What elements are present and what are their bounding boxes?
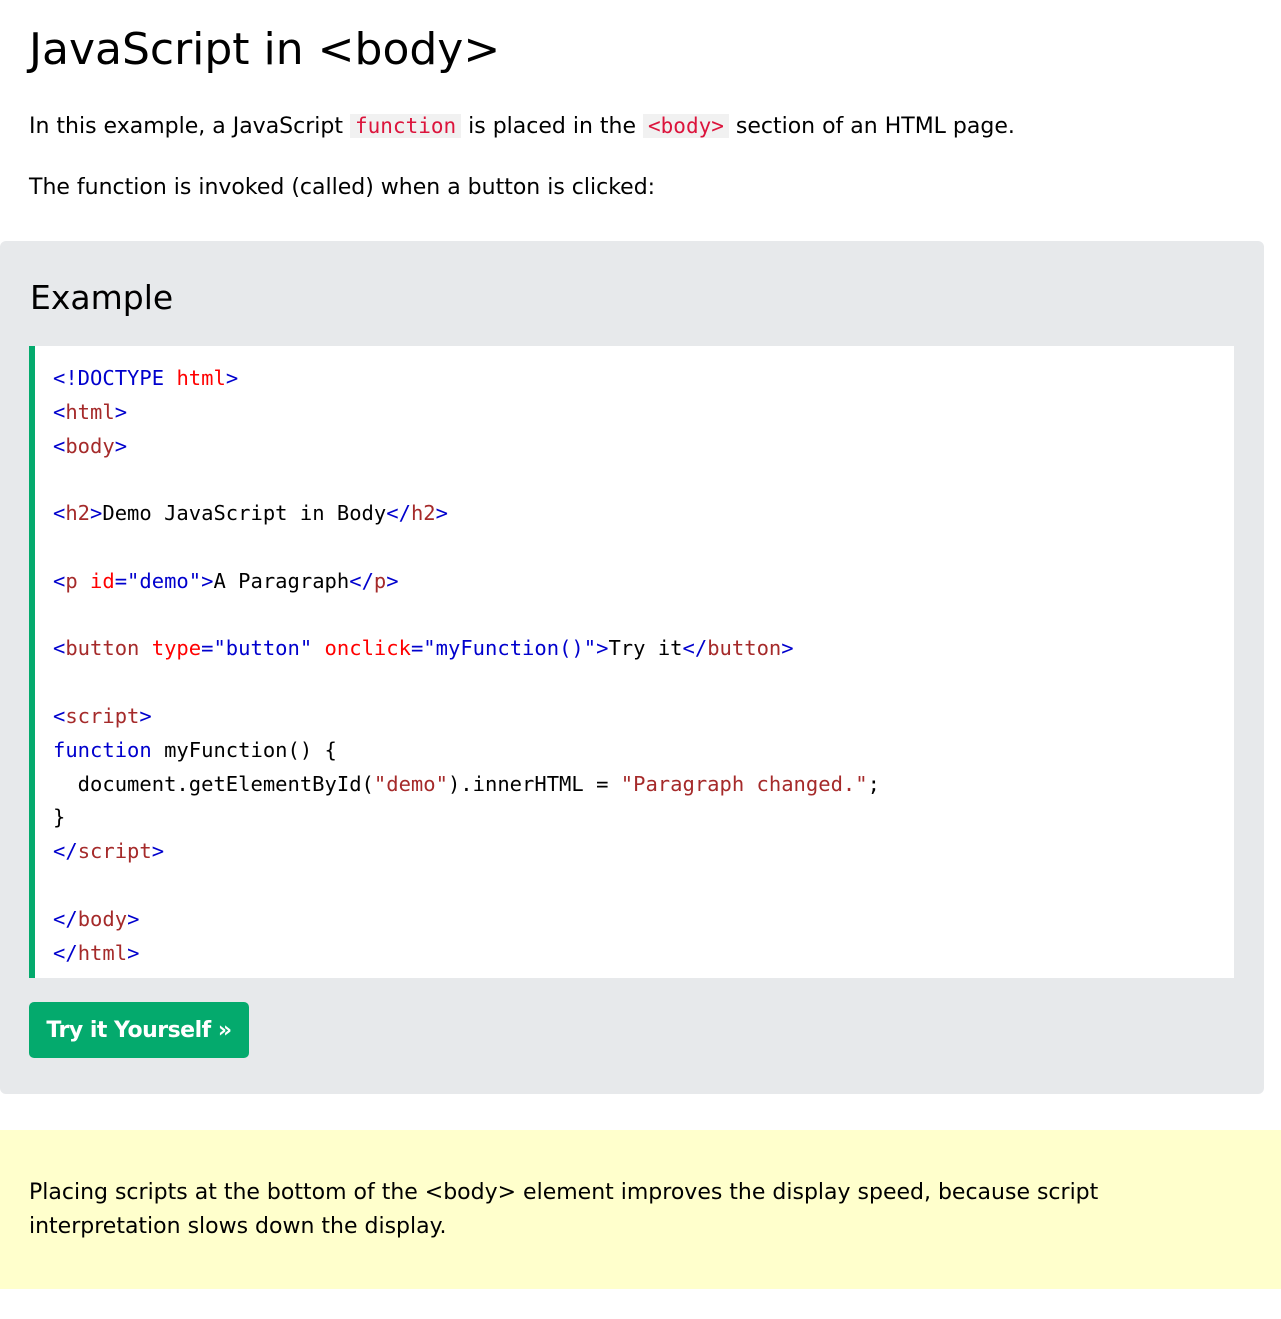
example-heading: Example <box>30 278 174 317</box>
code-line: } <box>53 805 66 830</box>
intro-paragraph-2: The function is invoked (called) when a … <box>29 175 656 200</box>
code-line: <body> <box>53 433 128 458</box>
code-line: <h2>Demo JavaScript in Body</h2> <box>53 501 448 526</box>
code-line: <!DOCTYPE html> <box>53 366 239 390</box>
note-text: Placing scripts at the bottom of the <bo… <box>29 1180 1099 1239</box>
code-line: </body> <box>53 906 140 931</box>
code-line: <html> <box>53 399 128 424</box>
intro-paragraph: In this example, a JavaScript function i… <box>29 110 1015 143</box>
intro-text: section of an HTML page. <box>728 114 1015 139</box>
code-line: <script> <box>53 703 152 728</box>
inline-code-body: <body> <box>643 114 729 138</box>
code-block: <!DOCTYPE html> <html> <body> <h2>Demo J… <box>29 346 1234 978</box>
code-line: function myFunction() { <box>53 737 337 762</box>
page-title: JavaScript in <body> <box>29 24 501 75</box>
code-line: <button type="button" onclick="myFunctio… <box>53 636 794 661</box>
code-line: document.getElementById("demo").innerHTM… <box>53 771 880 796</box>
inline-code-function: function <box>350 114 462 138</box>
intro-text: In this example, a JavaScript <box>29 114 350 139</box>
note-panel: Placing scripts at the bottom of the <bo… <box>0 1130 1281 1289</box>
code-line: </script> <box>53 839 165 864</box>
example-panel: Example <!DOCTYPE html> <html> <body> <h… <box>0 241 1264 1094</box>
intro-text: is placed in the <box>461 114 644 139</box>
code-line: </html> <box>53 940 140 965</box>
code-line: <p id="demo">A Paragraph</p> <box>53 568 399 593</box>
try-it-yourself-button[interactable]: Try it Yourself » <box>29 1002 249 1058</box>
